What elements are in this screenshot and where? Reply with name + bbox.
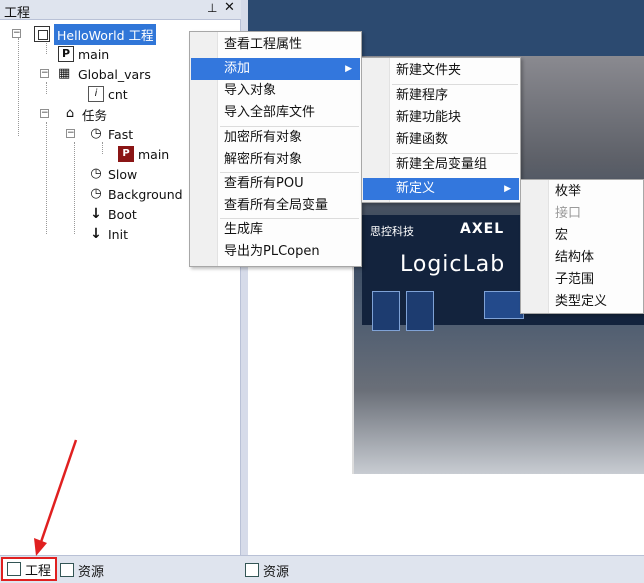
menu-item-import-object[interactable]: 导入对象 (191, 80, 360, 102)
tree-label: main (78, 46, 110, 62)
product-badge (372, 291, 400, 331)
global-vars-icon: ▦ (58, 66, 71, 81)
tab-resources-right[interactable]: 资源 (245, 558, 289, 582)
brand-logiclab-text: LogicLab (400, 252, 506, 277)
tree-label: Init (108, 226, 128, 242)
definition-submenu: 枚举 接口 宏 结构体 子范围 类型定义 (520, 179, 644, 314)
tree-item-main[interactable]: P main (58, 44, 109, 64)
menu-item-enum[interactable]: 枚举 (522, 181, 642, 203)
context-menu: 查看工程属性 添加 ▶ 导入对象 导入全部库文件 加密所有对象 解密所有对象 查看… (189, 31, 362, 267)
menu-item-view-all-globals[interactable]: 查看所有全局变量 (191, 195, 360, 217)
add-submenu: 新建文件夹 新建程序 新建功能块 新建函数 新建全局变量组 新定义 ▶ (361, 57, 521, 203)
tree-item-init[interactable]: ↓ Init (88, 224, 128, 244)
submenu-arrow-icon: ▶ (504, 184, 511, 194)
menu-item-typedef[interactable]: 类型定义 (522, 291, 642, 313)
menu-item-view-all-pou[interactable]: 查看所有POU (191, 173, 360, 195)
menu-item-export-plcopen[interactable]: 导出为PLCopen (191, 241, 360, 263)
tree-item-fast[interactable]: − ◷ Fast (66, 124, 133, 144)
menu-item-new-folder[interactable]: 新建文件夹 (363, 60, 519, 82)
menu-item-new-global-var-group[interactable]: 新建全局变量组 (363, 154, 519, 176)
tree-label: HelloWorld 工程 (54, 23, 157, 45)
task-icon: ⌂ (65, 106, 75, 121)
boot-icon: ↓ (90, 206, 102, 222)
tree-label: main (138, 146, 170, 162)
menu-item-encrypt-all[interactable]: 加密所有对象 (191, 127, 360, 149)
menu-item-new-program[interactable]: 新建程序 (363, 85, 519, 107)
init-icon: ↓ (90, 226, 102, 242)
pin-icon[interactable]: ⊥ (207, 1, 217, 15)
brand-small-text: 思控科技 (370, 225, 414, 238)
tab-label: 工程 (25, 563, 52, 579)
resources-icon (245, 563, 259, 577)
tree-item-fast-main[interactable]: P main (118, 144, 169, 164)
close-icon[interactable]: ✕ (224, 0, 235, 15)
panel-title-bar: 工程 ⊥ ✕ (0, 0, 241, 21)
program-icon: P (58, 46, 74, 62)
program-icon: P (118, 146, 134, 162)
tree-label: Slow (108, 166, 138, 182)
menu-item-import-all-libraries[interactable]: 导入全部库文件 (191, 102, 360, 124)
tab-label: 资源 (263, 564, 290, 580)
resources-icon (60, 563, 74, 577)
tree-item-slow[interactable]: ◷ Slow (88, 164, 137, 184)
tree-label: Fast (108, 126, 134, 142)
project-icon (34, 26, 50, 42)
collapse-toggle[interactable]: − (40, 109, 49, 118)
menu-item-label: 添加 (224, 61, 251, 76)
brand-axel-text: AXEL (460, 221, 505, 237)
project-tab-icon (7, 562, 21, 576)
tab-project[interactable]: 工程 (1, 557, 58, 581)
clock-icon: ◷ (90, 166, 102, 181)
tree-label: cnt (108, 86, 128, 102)
bottom-tabs-left: 工程 资源 (0, 555, 241, 583)
panel-title: 工程 (4, 6, 31, 21)
clock-icon: ◷ (90, 186, 102, 201)
clock-icon: ◷ (90, 126, 102, 141)
menu-item-subrange[interactable]: 子范围 (522, 269, 642, 291)
menu-item-new-definition[interactable]: 新定义 ▶ (363, 178, 519, 200)
tree-item-project[interactable]: − HelloWorld 工程 (12, 23, 157, 45)
bottom-tabs-right: 资源 (241, 555, 644, 583)
menu-item-add[interactable]: 添加 ▶ (191, 58, 360, 80)
tree-label: 任务 (82, 107, 108, 123)
tab-resources[interactable]: 资源 (60, 558, 104, 582)
menu-item-view-project-properties[interactable]: 查看工程属性 (191, 34, 360, 56)
menu-item-decrypt-all[interactable]: 解密所有对象 (191, 149, 360, 171)
submenu-arrow-icon: ▶ (345, 64, 352, 74)
menu-item-new-function[interactable]: 新建函数 (363, 129, 519, 151)
menu-item-label: 新定义 (396, 181, 436, 196)
menu-item-interface: 接口 (555, 206, 582, 221)
menu-item-build-library[interactable]: 生成库 (191, 219, 360, 241)
tree-item-global-vars[interactable]: − ▦ Global_vars (40, 64, 151, 84)
tree-label: Global_vars (78, 66, 151, 82)
tree-item-cnt[interactable]: i cnt (88, 84, 128, 104)
variable-icon: i (88, 86, 104, 102)
tree-item-background[interactable]: ◷ Background (88, 184, 183, 204)
tab-label: 资源 (78, 564, 105, 580)
tree-item-tasks[interactable]: − ⌂ 任务 (40, 104, 107, 124)
product-badge (484, 291, 524, 319)
tree-label: Background (108, 186, 183, 202)
product-badge (406, 291, 434, 331)
tree-item-boot[interactable]: ↓ Boot (88, 204, 137, 224)
collapse-toggle[interactable]: − (12, 29, 21, 38)
collapse-toggle[interactable]: − (40, 69, 49, 78)
tree-label: Boot (108, 206, 137, 222)
menu-item-new-function-block[interactable]: 新建功能块 (363, 107, 519, 129)
menu-item-macro[interactable]: 宏 (522, 225, 642, 247)
app-root: 思控科技 AXEL LogicLab 资源 工程 ⊥ ✕ − HelloWorl… (0, 0, 644, 583)
menu-item-struct[interactable]: 结构体 (522, 247, 642, 269)
collapse-toggle[interactable]: − (66, 129, 75, 138)
